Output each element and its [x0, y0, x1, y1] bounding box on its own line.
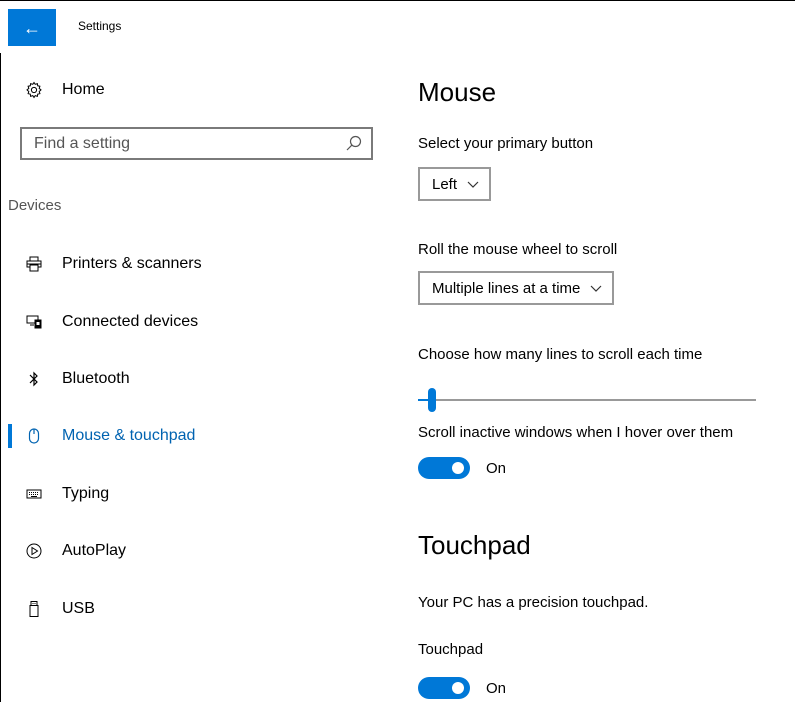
bluetooth-icon — [24, 369, 44, 389]
title-bar: ← Settings — [0, 0, 795, 53]
keyboard-icon — [24, 484, 44, 504]
scroll-wheel-label: Roll the mouse wheel to scroll — [418, 241, 618, 258]
sidebar-item-typing[interactable]: Typing — [8, 474, 378, 514]
chevron-down-icon — [467, 178, 479, 190]
sidebar-item-label: Connected devices — [62, 313, 199, 330]
touchpad-label: Touchpad — [418, 641, 484, 658]
usb-icon — [24, 599, 44, 619]
lines-to-scroll-label: Choose how many lines to scroll each tim… — [418, 346, 703, 363]
slider-track — [418, 399, 756, 401]
touchpad-toggle[interactable] — [418, 677, 470, 699]
search-input[interactable] — [22, 129, 344, 158]
gear-icon — [24, 80, 44, 100]
sidebar-item-label: AutoPlay — [62, 542, 127, 559]
connected-devices-icon — [24, 312, 44, 332]
search-icon[interactable] — [345, 134, 363, 152]
precision-touchpad-text: Your PC has a precision touchpad. — [418, 594, 649, 611]
content-pane: Mouse Select your primary button Left Ro… — [418, 52, 795, 702]
sidebar-item-printers-scanners[interactable]: Printers & scanners — [8, 244, 378, 284]
scroll-inactive-state: On — [486, 459, 507, 477]
primary-button-label: Select your primary button — [418, 135, 594, 152]
scroll-inactive-label: Scroll inactive windows when I hover ove… — [418, 424, 734, 441]
scroll-inactive-toggle-row: On — [418, 457, 506, 479]
touchpad-toggle-row: On — [418, 677, 506, 699]
printer-icon — [24, 254, 44, 274]
scroll-wheel-value: Multiple lines at a time — [432, 279, 581, 297]
sidebar: Home Devices Printer — [8, 52, 378, 702]
autoplay-icon — [24, 541, 44, 561]
scroll-wheel-dropdown[interactable]: Multiple lines at a time — [418, 271, 615, 305]
active-indicator — [8, 424, 12, 448]
sidebar-item-label: Printers & scanners — [62, 255, 202, 272]
search-box — [20, 127, 373, 160]
sidebar-item-label: Home — [62, 81, 105, 98]
sidebar-item-label: USB — [62, 600, 95, 617]
sidebar-item-label: Mouse & touchpad — [62, 427, 196, 444]
toggle-knob — [452, 462, 464, 474]
section-header-devices: Devices — [8, 197, 62, 214]
primary-button-value: Left — [432, 175, 458, 193]
mouse-heading: Mouse — [418, 77, 497, 107]
sidebar-item-connected-devices[interactable]: Connected devices — [8, 302, 378, 342]
scroll-inactive-toggle[interactable] — [418, 457, 470, 479]
mouse-icon — [24, 426, 44, 446]
chevron-down-icon — [590, 282, 602, 294]
sidebar-item-autoplay[interactable]: AutoPlay — [8, 531, 378, 571]
window-border — [0, 0, 1, 702]
slider-thumb[interactable] — [428, 388, 436, 412]
back-button[interactable]: ← — [8, 9, 56, 46]
sidebar-item-mouse-touchpad[interactable]: Mouse & touchpad — [8, 416, 378, 456]
settings-window: ← Settings Home Devices — [0, 0, 795, 702]
touchpad-state: On — [486, 679, 507, 697]
touchpad-heading: Touchpad — [418, 530, 531, 560]
primary-button-dropdown[interactable]: Left — [418, 167, 492, 201]
sidebar-item-home[interactable]: Home — [8, 70, 378, 110]
sidebar-item-bluetooth[interactable]: Bluetooth — [8, 359, 378, 399]
sidebar-item-label: Bluetooth — [62, 370, 130, 387]
back-arrow-icon: ← — [23, 17, 41, 38]
lines-to-scroll-slider[interactable] — [418, 388, 756, 412]
window-title: Settings — [78, 19, 122, 33]
sidebar-item-label: Typing — [62, 485, 110, 502]
toggle-knob — [452, 682, 464, 694]
sidebar-item-usb[interactable]: USB — [8, 589, 378, 629]
